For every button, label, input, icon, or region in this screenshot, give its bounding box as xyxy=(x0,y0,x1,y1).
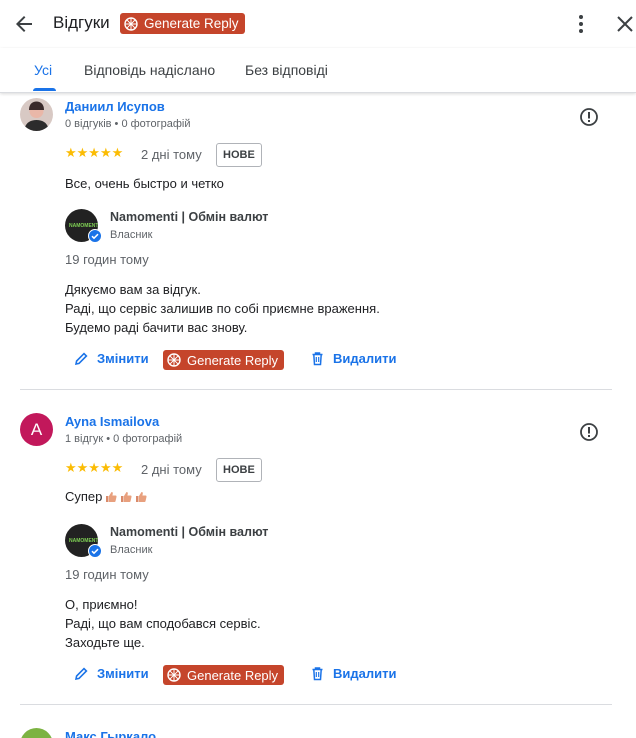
generate-reply-button[interactable]: Generate Reply xyxy=(163,350,285,370)
review-time: 2 дні тому xyxy=(141,462,202,477)
report-icon[interactable] xyxy=(579,107,599,127)
generate-reply-label: Generate Reply xyxy=(144,16,239,31)
back-arrow-icon[interactable] xyxy=(12,12,36,36)
generate-reply-label: Generate Reply xyxy=(187,667,279,683)
edit-label: Змінити xyxy=(97,666,149,681)
edit-reply-button[interactable]: Змінити xyxy=(74,351,149,366)
thumbs-up-icon xyxy=(136,492,147,502)
delete-label: Видалити xyxy=(333,666,397,681)
active-tab-indicator xyxy=(33,88,56,91)
thumbs-up-icon xyxy=(121,492,132,502)
owner-reply: Дякуємо вам за відгук. Раді, що сервіс з… xyxy=(65,280,380,337)
new-badge: НОВЕ xyxy=(216,458,262,482)
reviewer-meta: 1 відгук • 0 фотографій xyxy=(65,433,183,445)
delete-reply-button[interactable]: Видалити xyxy=(310,666,396,681)
header-generate-reply-button[interactable]: Generate Reply xyxy=(120,13,245,34)
trash-icon xyxy=(312,352,323,366)
divider xyxy=(20,704,612,705)
avatar[interactable] xyxy=(20,728,53,738)
reply-line: Раді, що вам сподобався сервіс. xyxy=(65,616,261,631)
verified-icon xyxy=(88,229,102,243)
more-options-icon[interactable] xyxy=(572,13,590,35)
review-time: 2 дні тому xyxy=(141,147,202,162)
avatar[interactable] xyxy=(20,98,53,131)
reply-time: 19 годин тому xyxy=(65,252,149,267)
page-title: Відгуки xyxy=(53,13,110,32)
generate-reply-button[interactable]: Generate Reply xyxy=(163,665,285,685)
reply-time: 19 годин тому xyxy=(65,567,149,582)
divider xyxy=(20,389,612,390)
trash-icon xyxy=(312,667,323,681)
reply-line: Дякуємо вам за відгук. xyxy=(65,282,201,297)
owner-role: Власник xyxy=(110,544,153,556)
reply-line: Раді, що сервіс залишив по собі приємне … xyxy=(65,301,380,316)
thumbs-up-icon xyxy=(106,492,117,502)
star-rating: ★★★★★ xyxy=(65,145,124,160)
reviews-list[interactable]: Даниил Исупов 0 відгуків • 0 фотографій … xyxy=(0,92,636,738)
tab-unreplied[interactable]: Без відповіді xyxy=(245,62,328,78)
reviewer-name[interactable]: Ayna Ismailova xyxy=(65,414,159,429)
star-rating: ★★★★★ xyxy=(65,460,124,475)
tab-all[interactable]: Усі xyxy=(34,62,52,78)
review-text-content: Супер xyxy=(65,489,103,504)
pencil-icon xyxy=(74,667,88,681)
owner-name: Namomenti | Обмін валют xyxy=(110,525,269,539)
generate-reply-label: Generate Reply xyxy=(187,352,279,368)
owner-reply: О, приємно! Раді, що вам сподобався серв… xyxy=(65,595,261,652)
reviewer-meta: 0 відгуків • 0 фотографій xyxy=(65,118,191,130)
reply-line: Заходьте ще. xyxy=(65,635,145,650)
generate-logo-icon xyxy=(167,353,181,367)
close-icon[interactable] xyxy=(614,13,636,35)
edit-label: Змінити xyxy=(97,351,149,366)
owner-name: Namomenti | Обмін валют xyxy=(110,210,269,224)
edit-reply-button[interactable]: Змінити xyxy=(74,666,149,681)
reviewer-name[interactable]: Даниил Исупов xyxy=(65,99,165,114)
delete-reply-button[interactable]: Видалити xyxy=(310,351,396,366)
owner-role: Власник xyxy=(110,229,153,241)
user-photo-icon xyxy=(20,98,53,131)
reply-line: Будемо раді бачити вас знову. xyxy=(65,320,248,335)
avatar[interactable]: A xyxy=(20,413,53,446)
pencil-icon xyxy=(74,352,88,366)
verified-icon xyxy=(88,544,102,558)
tab-bar: Усі Відповідь надіслано Без відповіді xyxy=(0,48,636,93)
tab-replied[interactable]: Відповідь надіслано xyxy=(84,62,215,78)
review-text: Все, очень быстро и четко xyxy=(65,176,224,191)
new-badge: НОВЕ xyxy=(216,143,262,167)
reply-line: О, приємно! xyxy=(65,597,138,612)
delete-label: Видалити xyxy=(333,351,397,366)
reviewer-name[interactable]: Макс Гыркало xyxy=(65,729,156,738)
report-icon[interactable] xyxy=(579,422,599,442)
generate-logo-icon xyxy=(167,668,181,682)
top-bar: Відгуки Generate Reply xyxy=(0,0,636,48)
generate-logo-icon xyxy=(124,16,138,31)
review-text: Супер xyxy=(65,489,147,504)
